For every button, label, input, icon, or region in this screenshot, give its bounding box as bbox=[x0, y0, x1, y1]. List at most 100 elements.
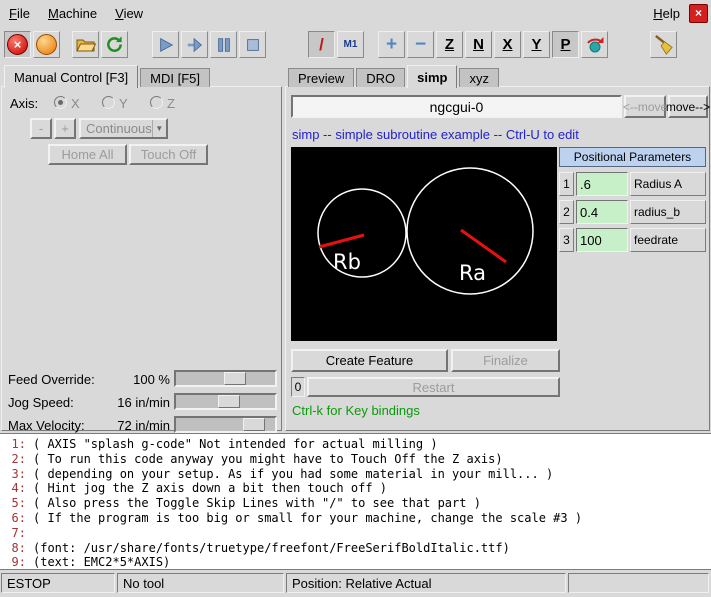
tab-mdi[interactable]: MDI [F5] bbox=[140, 68, 210, 87]
status-filler bbox=[568, 573, 709, 593]
optional-stop-icon: M1 bbox=[344, 40, 358, 50]
stop-button[interactable] bbox=[239, 31, 266, 58]
gcode-line[interactable]: 3: ( depending on your setup. As if you h… bbox=[0, 467, 711, 482]
feed-override-value: 100 % bbox=[133, 372, 170, 387]
gcode-line[interactable]: 2: ( To run this code anyway you might ha… bbox=[0, 452, 711, 467]
finalize-button[interactable]: Finalize bbox=[451, 349, 560, 372]
axis-radio-y[interactable]: Y bbox=[102, 96, 128, 111]
gcode-line[interactable]: 4: ( Hint jog the Z axis down a bit then … bbox=[0, 481, 711, 496]
menu-machine[interactable]: Machine bbox=[39, 2, 106, 25]
gcode-line-number: 4: bbox=[0, 481, 26, 496]
feed-override-row: Feed Override: 100 % bbox=[2, 369, 281, 389]
max-velocity-slider[interactable] bbox=[174, 416, 277, 433]
close-icon[interactable]: × bbox=[689, 4, 708, 23]
axis-radio-z[interactable]: Z bbox=[150, 96, 175, 111]
restart-count-entry[interactable]: 0 bbox=[291, 377, 305, 397]
view-z-rotated-icon: N bbox=[473, 37, 484, 52]
open-file-button[interactable] bbox=[72, 31, 99, 58]
param-row-1: 1 .6 Radius A bbox=[559, 172, 706, 196]
view-x-button[interactable]: X bbox=[494, 31, 521, 58]
param-3-value-input[interactable]: 100 bbox=[576, 228, 628, 252]
clear-plot-button[interactable] bbox=[650, 31, 677, 58]
status-estop: ESTOP bbox=[1, 573, 115, 593]
view-z2-button[interactable]: N bbox=[465, 31, 492, 58]
zoom-out-icon: − bbox=[415, 35, 426, 54]
gcode-line-text: ( Also press the Toggle Skip Lines with … bbox=[33, 496, 481, 510]
jog-speed-slider[interactable] bbox=[174, 393, 277, 410]
optional-stop-button[interactable]: M1 bbox=[337, 31, 364, 58]
tab-dro[interactable]: DRO bbox=[356, 68, 405, 87]
tab-simp[interactable]: simp bbox=[407, 65, 457, 88]
gcode-line[interactable]: 6: ( If the program is too big or small f… bbox=[0, 511, 711, 526]
gcode-line-text: ( Hint jog the Z axis down a bit then to… bbox=[33, 481, 387, 495]
ngcgui-panel: ngcgui-0 <--move move--> simp -- simple … bbox=[285, 86, 710, 431]
pause-button[interactable] bbox=[210, 31, 237, 58]
gcode-line-text: (font: /usr/share/fonts/truetype/freefon… bbox=[33, 541, 510, 555]
rotate-icon bbox=[585, 35, 605, 55]
max-velocity-value: 72 in/min bbox=[117, 418, 170, 433]
gcode-line[interactable]: 9:(text: EMC2*5*AXIS) bbox=[0, 555, 711, 570]
ngcgui-name-entry[interactable]: ngcgui-0 bbox=[291, 95, 622, 118]
create-feature-button[interactable]: Create Feature bbox=[291, 349, 448, 372]
gcode-line[interactable]: 5: ( Also press the Toggle Skip Lines wit… bbox=[0, 496, 711, 511]
gcode-line[interactable]: 1:( AXIS "splash g-code" Not intended fo… bbox=[0, 437, 711, 452]
machine-power-button[interactable] bbox=[33, 31, 60, 58]
positional-parameters-header: Positional Parameters bbox=[559, 147, 706, 167]
menu-help[interactable]: Help bbox=[644, 2, 689, 25]
gcode-line-number: 9: bbox=[0, 555, 26, 570]
jog-mode-value: Continuous bbox=[81, 121, 152, 136]
estop-button[interactable]: × bbox=[4, 31, 31, 58]
home-all-button[interactable]: Home All bbox=[48, 144, 127, 165]
menu-view-label: iew bbox=[124, 6, 144, 21]
jog-plus-button[interactable]: + bbox=[54, 118, 76, 139]
reload-button[interactable] bbox=[101, 31, 128, 58]
jog-mode-combobox[interactable]: Continuous ▼ bbox=[79, 118, 168, 139]
view-y-icon: Y bbox=[531, 37, 541, 52]
zoom-in-button[interactable]: + bbox=[378, 31, 405, 58]
gcode-line-text: ( depending on your setup. As if you had… bbox=[33, 467, 553, 481]
max-velocity-slider-handle[interactable] bbox=[243, 418, 265, 431]
max-velocity-row: Max Velocity: 72 in/min bbox=[2, 415, 281, 435]
menu-view[interactable]: View bbox=[106, 2, 152, 25]
menu-view-accel: V bbox=[115, 6, 123, 21]
gcode-line-text: ( If the program is too big or small for… bbox=[33, 511, 582, 525]
run-step-button[interactable] bbox=[181, 31, 208, 58]
gcode-line-text: ( To run this code anyway you might have… bbox=[33, 452, 503, 466]
param-1-value-input[interactable]: .6 bbox=[576, 172, 628, 196]
gcode-line[interactable]: 8:(font: /usr/share/fonts/truetype/freef… bbox=[0, 541, 711, 556]
view-y-button[interactable]: Y bbox=[523, 31, 550, 58]
touch-off-button[interactable]: Touch Off bbox=[129, 144, 208, 165]
gcode-line-number: 3: bbox=[0, 467, 26, 482]
restart-button[interactable]: Restart bbox=[307, 377, 560, 397]
toggle-skip-lines-button[interactable]: / bbox=[308, 31, 335, 58]
menu-file[interactable]: File bbox=[0, 2, 39, 25]
move-right-button[interactable]: move--> bbox=[668, 95, 708, 118]
tab-manual-control[interactable]: Manual Control [F3] bbox=[4, 65, 138, 88]
tab-xyz[interactable]: xyz bbox=[459, 68, 499, 87]
jog-minus-button[interactable]: - bbox=[30, 118, 52, 139]
view-perspective-button[interactable]: P bbox=[552, 31, 579, 58]
gcode-line-number: 6: bbox=[0, 511, 26, 526]
view-z-button[interactable]: Z bbox=[436, 31, 463, 58]
gcode-line-number: 5: bbox=[0, 496, 26, 511]
axis-radio-x[interactable]: X bbox=[54, 96, 80, 111]
tab-preview[interactable]: Preview bbox=[288, 68, 354, 87]
jog-speed-label: Jog Speed: bbox=[8, 395, 74, 410]
run-button[interactable] bbox=[152, 31, 179, 58]
move-left-button[interactable]: <--move bbox=[624, 95, 666, 118]
view-z-icon: Z bbox=[445, 37, 454, 52]
feed-override-label: Feed Override: bbox=[8, 372, 95, 387]
param-1-index: 1 bbox=[559, 172, 574, 196]
feed-override-slider[interactable] bbox=[174, 370, 277, 387]
rotate-view-button[interactable] bbox=[581, 31, 608, 58]
jog-speed-slider-handle[interactable] bbox=[218, 395, 240, 408]
param-2-value-input[interactable]: 0.4 bbox=[576, 200, 628, 224]
param-row-3: 3 100 feedrate bbox=[559, 228, 706, 252]
machine-power-icon bbox=[36, 34, 57, 55]
gcode-line[interactable]: 7: bbox=[0, 526, 711, 541]
gcode-line-number: 2: bbox=[0, 452, 26, 467]
skip-lines-icon: / bbox=[319, 36, 324, 53]
zoom-out-button[interactable]: − bbox=[407, 31, 434, 58]
feed-override-slider-handle[interactable] bbox=[224, 372, 246, 385]
gcode-listing[interactable]: 1:( AXIS "splash g-code" Not intended fo… bbox=[0, 433, 711, 570]
